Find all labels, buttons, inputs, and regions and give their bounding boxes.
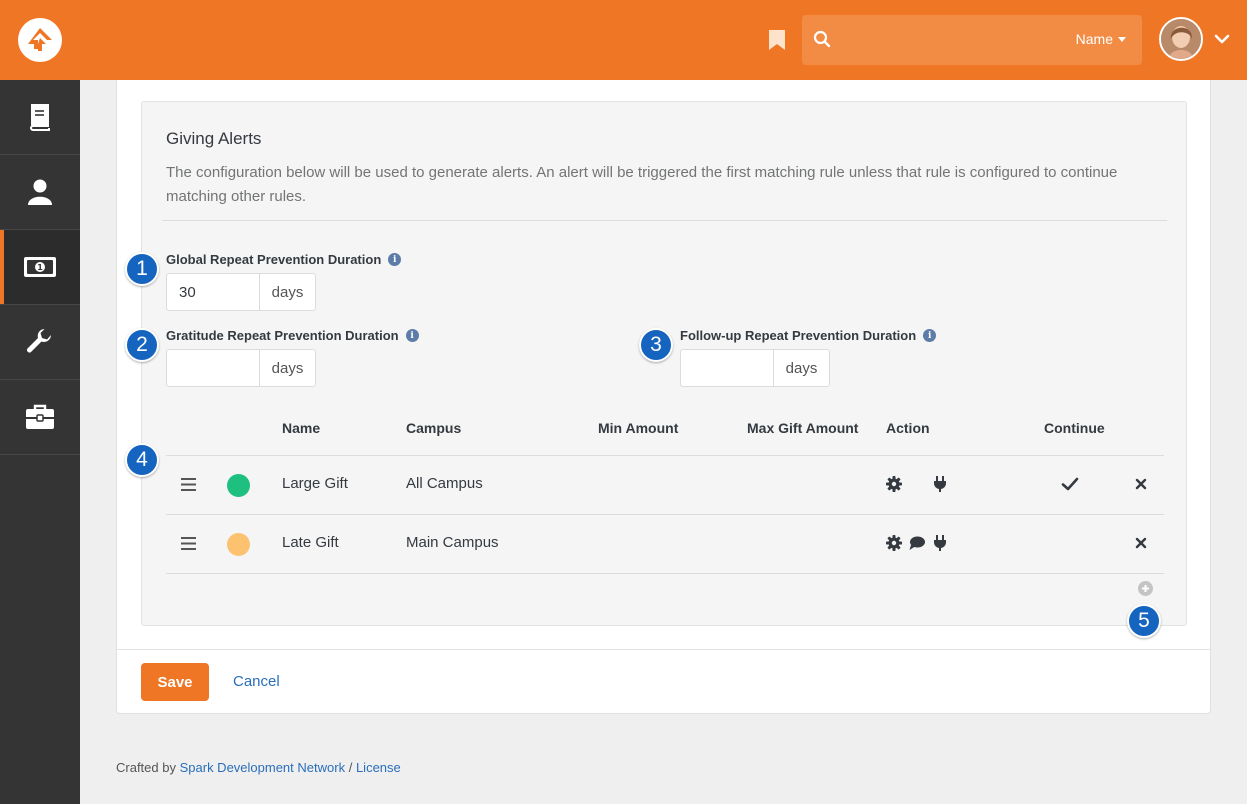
section-title: Giving Alerts bbox=[166, 129, 262, 148]
days-addon: days bbox=[259, 349, 316, 387]
gratitude-duration-input[interactable] bbox=[166, 349, 259, 387]
sidebar-item-book[interactable] bbox=[0, 80, 80, 155]
actions-divider bbox=[117, 649, 1210, 650]
check-icon bbox=[1061, 477, 1079, 491]
separator: / bbox=[348, 760, 353, 775]
row-name: Late Gift bbox=[282, 534, 339, 551]
search-icon bbox=[813, 30, 831, 48]
global-duration-label: Global Repeat Prevention Duration i bbox=[166, 252, 402, 267]
info-icon[interactable]: i bbox=[388, 253, 402, 266]
global-duration-input[interactable] bbox=[166, 273, 259, 311]
col-header-min-amount[interactable]: Min Amount bbox=[598, 420, 678, 436]
callout-badge-3: 3 bbox=[639, 328, 673, 362]
plus-icon bbox=[1142, 585, 1149, 592]
svg-text:1: 1 bbox=[37, 263, 43, 272]
drag-handle-icon[interactable] bbox=[181, 478, 196, 491]
callout-badge-5: 5 bbox=[1127, 604, 1161, 638]
global-duration-group: days bbox=[166, 273, 316, 311]
section-description: The configuration below will be used to … bbox=[166, 164, 1118, 205]
bookmark-icon[interactable] bbox=[768, 29, 786, 51]
row-campus: Main Campus bbox=[406, 534, 499, 551]
followup-duration-label: Follow-up Repeat Prevention Duration i bbox=[680, 328, 937, 343]
sidebar-item-tools[interactable] bbox=[0, 305, 80, 380]
gratitude-duration-group: days bbox=[166, 349, 316, 387]
chevron-down-icon[interactable] bbox=[1214, 32, 1230, 46]
rock-logo-icon[interactable] bbox=[18, 18, 62, 62]
followup-duration-label-text: Follow-up Repeat Prevention Duration bbox=[680, 328, 917, 343]
divider bbox=[162, 220, 1167, 221]
status-dot bbox=[227, 474, 250, 497]
info-icon[interactable]: i bbox=[405, 329, 419, 342]
callout-badge-2: 2 bbox=[125, 328, 159, 362]
callout-badge-4: 4 bbox=[125, 443, 159, 477]
giving-alerts-well: Giving Alerts The configuration below wi… bbox=[141, 101, 1187, 626]
add-rule-button[interactable] bbox=[1138, 581, 1153, 596]
gear-icon[interactable] bbox=[885, 475, 903, 493]
close-icon[interactable] bbox=[1132, 534, 1150, 552]
caret-down-icon bbox=[1118, 36, 1126, 42]
table-divider bbox=[166, 573, 1164, 574]
callout-badge-1: 1 bbox=[125, 252, 159, 286]
license-link[interactable]: License bbox=[356, 760, 401, 775]
sidebar-item-admin[interactable] bbox=[0, 380, 80, 455]
main-panel: Giving Alerts The configuration below wi… bbox=[116, 80, 1211, 714]
col-header-action: Action bbox=[886, 420, 930, 436]
row-name: Large Gift bbox=[282, 475, 348, 492]
search-input[interactable] bbox=[842, 25, 1062, 55]
avatar[interactable] bbox=[1159, 17, 1203, 61]
gear-icon[interactable] bbox=[885, 534, 903, 552]
table-row[interactable]: Late Gift Main Campus bbox=[166, 515, 1164, 573]
followup-duration-input[interactable] bbox=[680, 349, 773, 387]
book-icon bbox=[30, 104, 50, 131]
footer-credits: Crafted by Spark Development Network / L… bbox=[116, 760, 401, 775]
row-campus: All Campus bbox=[406, 475, 483, 492]
crafted-by-text: Crafted by bbox=[116, 760, 176, 775]
wrench-icon bbox=[26, 329, 51, 353]
person-icon bbox=[28, 179, 52, 205]
sidebar-item-finance[interactable]: 1 bbox=[0, 230, 80, 305]
status-dot bbox=[227, 533, 250, 556]
days-addon: days bbox=[259, 273, 316, 311]
sidebar-item-people[interactable] bbox=[0, 155, 80, 230]
followup-duration-group: days bbox=[680, 349, 830, 387]
cancel-button[interactable]: Cancel bbox=[233, 673, 280, 690]
col-header-name[interactable]: Name bbox=[282, 420, 320, 436]
search-filter-dropdown[interactable]: Name bbox=[1076, 31, 1126, 47]
table-row[interactable]: Large Gift All Campus bbox=[166, 456, 1164, 514]
col-header-campus[interactable]: Campus bbox=[406, 420, 461, 436]
gratitude-duration-label-text: Gratitude Repeat Prevention Duration bbox=[166, 328, 399, 343]
search-filter-label: Name bbox=[1075, 31, 1113, 47]
gratitude-duration-label: Gratitude Repeat Prevention Duration i bbox=[166, 328, 419, 343]
money-icon: 1 bbox=[24, 257, 56, 277]
comment-icon[interactable] bbox=[908, 534, 926, 552]
sidebar: 1 bbox=[0, 80, 80, 804]
days-addon: days bbox=[773, 349, 830, 387]
close-icon[interactable] bbox=[1132, 475, 1150, 493]
spark-link[interactable]: Spark Development Network bbox=[180, 760, 345, 775]
col-header-max-amount[interactable]: Max Gift Amount bbox=[747, 420, 858, 436]
info-icon[interactable]: i bbox=[923, 329, 937, 342]
briefcase-icon bbox=[26, 404, 54, 429]
save-button[interactable]: Save bbox=[141, 663, 209, 701]
drag-handle-icon[interactable] bbox=[181, 537, 196, 550]
search-box[interactable]: Name bbox=[802, 15, 1142, 65]
plug-icon[interactable] bbox=[931, 534, 949, 552]
global-duration-label-text: Global Repeat Prevention Duration bbox=[166, 252, 382, 267]
plug-icon[interactable] bbox=[931, 475, 949, 493]
col-header-continue: Continue bbox=[1044, 420, 1105, 436]
top-bar: Name bbox=[0, 0, 1247, 80]
